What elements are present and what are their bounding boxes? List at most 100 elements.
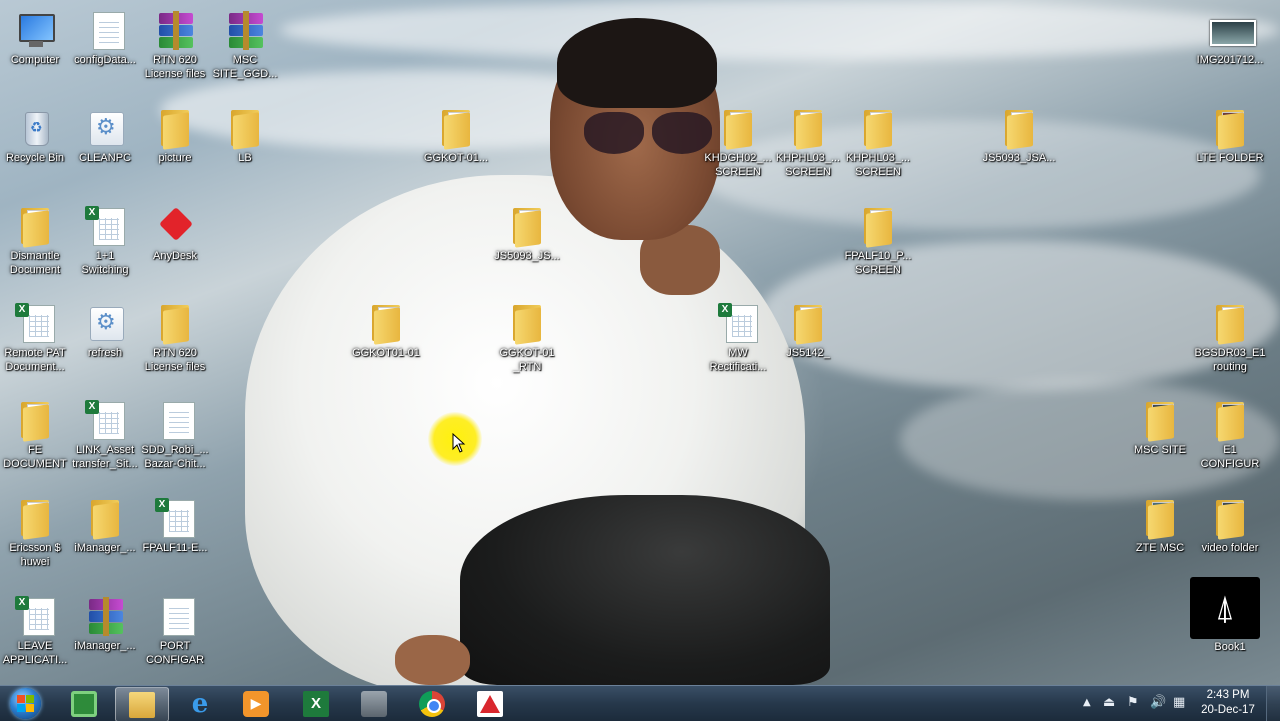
desktop-icon-lte-folder[interactable]: LTE FOLDER [1195,104,1265,196]
icon-label: JS5142_ [786,347,830,359]
folder-icon [1210,498,1250,540]
desktop-icon-imanager-archive[interactable]: iManager_... [70,592,140,684]
taskbar-internet-explorer[interactable]: e [174,687,226,720]
desktop-icon-ggkot-01-rtn[interactable]: GGKOT-01 _RTN [492,299,562,391]
folder-icon [507,303,547,345]
desktop-icon-recycle-bin[interactable]: Recycle Bin [0,104,70,196]
taskbar-archive-app[interactable] [348,687,400,720]
icon-label: BGSDR03_E1 routing [1194,347,1266,373]
desktop-icon-configdata[interactable]: configData... [70,6,140,98]
autocad-triangle-icon: ⍋ [1214,588,1236,628]
desktop-icon-fe-document[interactable]: FE DOCUMENT [0,396,70,488]
desktop-icon-khphl03-a[interactable]: KHPHL03_... SCREEN [773,104,843,196]
desktop-icon-khdgh02[interactable]: KHDGH02_... SCREEN [703,104,773,196]
taskbar-media-player[interactable]: ▶ [230,687,282,720]
desktop-icon-msc-site[interactable]: MSC SITE [1125,396,1195,488]
desktop-icon-sdd-robi[interactable]: SDD_Robi_... Bazar-Chit... [140,396,210,488]
taskbar-pdf-reader[interactable] [464,687,516,720]
excel-file-icon: X [155,498,195,538]
icon-label: AnyDesk [152,250,198,262]
desktop-icon-fpalf10[interactable]: FPALF10_P... SCREEN [843,202,913,294]
desktop-icon-js5142[interactable]: JS5142_ [773,299,843,391]
icon-label: refresh [87,347,123,359]
desktop-icon-khphl03-b[interactable]: KHPHL03_... SCREEN [843,104,913,196]
desktop-icon-port-configar[interactable]: PORT CONFIGAR [140,592,210,684]
icon-label: MW Rectificati... [709,347,767,373]
desktop-icon-e1-configur[interactable]: E1 CONFIGUR [1195,396,1265,488]
show-desktop-button[interactable] [1266,686,1280,721]
desktop-icon-book1[interactable]: ⍋ [1190,577,1260,639]
gear-icon: ⚙ [85,108,125,148]
desktop-icon-zte-msc[interactable]: ZTE MSC [1125,494,1195,586]
desktop-icon-leave-application[interactable]: X LEAVE APPLICATI... [0,592,70,684]
icon-label: PORT CONFIGAR [145,640,205,666]
excel-file-icon: X [15,303,55,343]
action-center-flag-icon[interactable]: ⚑ [1127,695,1139,710]
taskbar-chrome[interactable] [406,687,458,720]
icon-label: GGKOT-01 _RTN [499,347,555,373]
desktop-icon-anydesk[interactable]: AnyDesk [140,202,210,294]
desktop-icon-js5093-jsa[interactable]: JS5093_JSA... [983,104,1055,196]
icon-label: LB [238,152,252,164]
desktop-icon-fpalf11[interactable]: X FPALF11-E... [140,494,210,586]
folder-icon [858,206,898,248]
desktop-icon-js5093-js[interactable]: JS5093_JS... [492,202,562,294]
file-explorer-icon [129,691,155,718]
network-icon[interactable]: ▦ [1173,695,1185,710]
taskbar-task-manager[interactable] [58,687,110,720]
icon-label: E1 CONFIGUR [1200,444,1260,470]
show-hidden-icons[interactable]: ▲ [1083,697,1091,708]
desktop-icon-link-asset[interactable]: X LINK_Asset transfer_Sit... [70,396,140,488]
wallpaper-person-hair [557,18,717,108]
desktop-icon-imanager-folder[interactable]: iManager_... [70,494,140,586]
icon-label: GGKOT-01... [423,152,489,164]
internet-explorer-icon: e [191,688,209,719]
desktop-icon-dismantle-document[interactable]: Dismantle Document [0,202,70,294]
desktop-icon-lb[interactable]: LB [210,104,280,196]
system-clock[interactable]: 2:43 PM 20-Dec-17 [1196,688,1260,718]
icon-label: FPALF11-E... [142,542,208,554]
icon-label: SDD_Robi_... Bazar-Chit... [141,444,209,470]
desktop-icon-1plus1-switching[interactable]: X 1+1 Switching [70,202,140,294]
recycle-bin-icon [15,108,55,148]
desktop-icon-remote-pat[interactable]: X Remote PAT Document... [0,299,70,391]
desktop-icon-img201712[interactable]: IMG201712... [1195,6,1265,98]
windows-flag-icon [17,695,34,712]
taskbar-excel[interactable]: X [290,687,342,720]
clock-time: 2:43 PM [1206,689,1250,701]
start-button[interactable] [6,688,46,719]
desktop-icon-bgsdr03-e1-routing[interactable]: BGSDR03_E1 routing [1195,299,1265,391]
desktop-icon-video-folder[interactable]: video folder [1195,494,1265,586]
icon-label: FPALF10_P... SCREEN [844,250,912,276]
desktop-icon-ggkot01-01[interactable]: GGKOT01-01 [351,299,421,391]
folder-icon [1140,400,1180,442]
desktop-icon-ggkot-01[interactable]: GGKOT-01... [421,104,491,196]
volume-icon[interactable]: 🔊 [1150,695,1166,710]
desktop-icon-rtn620-license-folder[interactable]: RTN 620 License files [140,299,210,391]
desktop-icon-computer[interactable]: Computer [0,6,70,98]
desktop-icon-msc-site[interactable]: MSC SITE_GGD... [210,6,280,98]
desktop-icon-refresh[interactable]: ⚙ refresh [70,299,140,391]
icon-label: GGKOT01-01 [352,347,420,359]
image-thumbnail-icon [1210,10,1256,50]
excel-file-icon: X [718,303,758,343]
icon-label: Book1 [1214,641,1246,653]
desktop-icon-mw-rectification[interactable]: X MW Rectificati... [703,299,773,391]
icon-label: IMG201712... [1196,54,1264,66]
taskbar-file-explorer[interactable] [115,687,169,722]
desktop-icon-picture[interactable]: picture [140,104,210,196]
desktop-icon-cleanpc[interactable]: ⚙ CLEANPC [70,104,140,196]
wallpaper-person-pants [460,495,830,685]
desktop[interactable]: Computer configData... RTN 620 License f… [0,0,1280,685]
excel-file-icon: X [85,400,125,440]
icon-label: JS5093_JS... [494,250,560,262]
folder-icon [225,108,265,150]
desktop-icon-ericsson-huwei[interactable]: Ericsson $ huwei [0,494,70,586]
desktop-icon-rtn620-license-archive[interactable]: RTN 620 License files [140,6,210,98]
usb-device-icon[interactable]: ⏏ [1103,695,1115,710]
icon-label: ZTE MSC [1135,542,1185,554]
icon-label: RTN 620 License files [144,54,206,80]
winrar-archive-icon [155,10,195,50]
task-manager-icon [71,690,97,717]
taskbar: e ▶ X ▲ ⏏ ⚑ 🔊 ▦ 2:43 PM 20-Dec-17 [0,685,1280,722]
